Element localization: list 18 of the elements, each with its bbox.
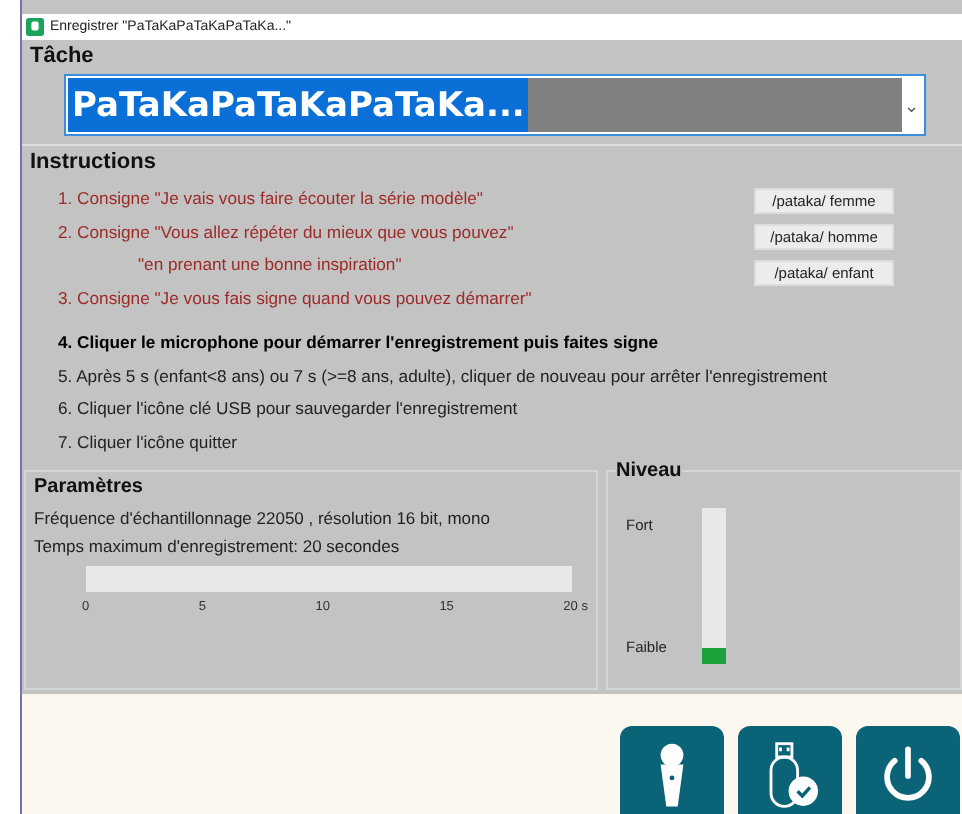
- task-combobox[interactable]: PaTaKaPaTaKaPaTaKa... ⌄: [64, 74, 926, 136]
- parameter-text: Fréquence d'échantillonnage 22050 , résolution 16 bit, mono: [34, 506, 490, 532]
- section-title: Paramètres: [34, 476, 143, 498]
- quit-button[interactable]: [856, 726, 960, 814]
- section-title: Niveau: [616, 460, 682, 482]
- microphone-button[interactable]: [620, 726, 724, 814]
- instruction-text: "en prenant une bonne inspiration": [136, 252, 402, 278]
- section-title: Tâche: [30, 44, 94, 68]
- instruction-text: 7. Cliquer l'icône quitter: [58, 429, 238, 456]
- instruction-text: 4. Cliquer le microphone pour démarrer l'enregistrement puis faites signe: [58, 330, 659, 356]
- instruction-text: 1. Consigne "Je vais vous faire écouter la série modèle": [58, 186, 483, 212]
- instruction-text: 5. Après 5 s (enfant<8 ans) ou 7 s (>=8 ans, adulte), cliquer de nouveau pour arrêter l'enregistrement: [58, 363, 828, 390]
- instruction-text: 2. Consigne "Vous allez répéter du mieux que vous pouvez": [58, 219, 514, 246]
- instruction-text: 6. Cliquer l'icône clé USB pour sauvegarder l'enregistrement: [58, 396, 518, 422]
- section-title: Instructions: [30, 150, 156, 174]
- parameter-text: Temps maximum d'enregistrement: 20 secondes: [34, 534, 400, 560]
- instruction-text: 3. Consigne "Je vous fais signe quand vous pouvez démarrer": [58, 285, 532, 312]
- usb-save-button[interactable]: [738, 726, 842, 814]
